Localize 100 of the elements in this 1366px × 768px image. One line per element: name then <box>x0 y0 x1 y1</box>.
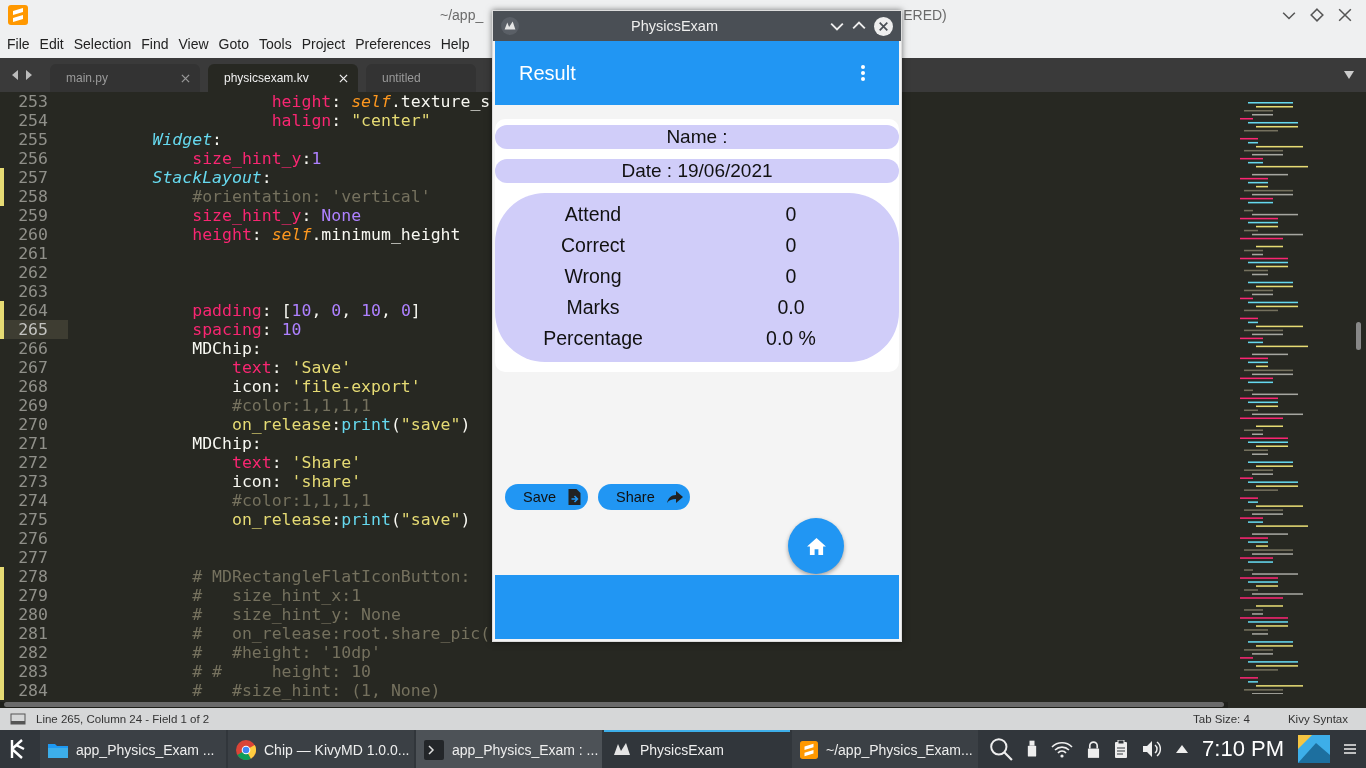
code-line: # on_release:root.share_pic( <box>191 624 491 643</box>
menu-item[interactable]: Project <box>296 36 351 52</box>
code-line: # MDRectangleFlatIconButton: <box>191 567 471 586</box>
folder-icon <box>48 742 68 758</box>
line-number: 283 <box>17 662 49 681</box>
stat-value: 0.0 % <box>765 327 817 350</box>
tab-size[interactable]: Tab Size: 4 <box>1193 713 1250 725</box>
menu-item[interactable]: Find <box>136 36 174 52</box>
stat-value: 0 <box>784 203 798 226</box>
browser-icon <box>236 740 256 760</box>
menu-item[interactable]: File <box>2 36 35 52</box>
line-number: 256 <box>17 149 49 168</box>
line-number: 279 <box>17 586 49 605</box>
code-line: # #size_hint: (1, None) <box>191 681 441 700</box>
code-line: height: self.texture_s <box>270 92 491 111</box>
syntax-label[interactable]: Kivy Syntax <box>1287 713 1348 725</box>
taskbar-item[interactable]: app_Physics_Exam : ... <box>416 730 602 768</box>
line-number: 263 <box>17 282 49 301</box>
tab-arrows-icon[interactable] <box>10 70 34 80</box>
cursor-position: Line 265, Column 24 - Field 1 of 2 <box>36 713 210 725</box>
code-line: text: 'Share' <box>230 453 362 472</box>
clipboard-icon[interactable] <box>1114 740 1129 758</box>
expand-tray-icon[interactable] <box>1176 745 1189 753</box>
line-number: 260 <box>17 225 49 244</box>
code-line: #orientation: 'vertical' <box>191 187 431 206</box>
line-number: 254 <box>17 111 49 130</box>
line-number: 264 <box>17 301 49 320</box>
editor-tab[interactable]: main.py <box>50 64 200 92</box>
line-number: 280 <box>17 605 49 624</box>
scrollbar-thumb[interactable] <box>4 702 1224 707</box>
menu-item[interactable]: Help <box>435 36 475 52</box>
menu-item[interactable]: Selection <box>68 36 137 52</box>
wifi-icon[interactable] <box>1051 740 1074 758</box>
line-number: 270 <box>17 415 49 434</box>
search-icon[interactable] <box>989 737 1014 761</box>
close-icon[interactable] <box>1338 8 1352 22</box>
code-line: StackLayout: <box>151 168 272 187</box>
line-number: 265 <box>4 320 68 339</box>
line-number: 262 <box>17 263 49 282</box>
code-line: # # height: 10 <box>191 662 371 681</box>
line-number: 266 <box>17 339 49 358</box>
more-icon[interactable] <box>861 65 865 81</box>
maximize-icon[interactable] <box>1310 8 1324 22</box>
close-icon[interactable] <box>874 16 893 36</box>
chip[interactable]: Save <box>505 484 589 510</box>
line-number: 257 <box>17 168 49 187</box>
kivy-icon <box>501 17 519 35</box>
scrollbar-thumb[interactable] <box>1355 322 1361 350</box>
chip[interactable]: Share <box>598 484 690 510</box>
dropdown-icon[interactable] <box>1344 71 1354 79</box>
line-number: 274 <box>17 491 49 510</box>
menu-item[interactable]: View <box>173 36 214 52</box>
lock-icon[interactable] <box>1087 740 1101 758</box>
line-number: 259 <box>17 206 49 225</box>
speaker-icon[interactable] <box>1142 740 1163 758</box>
taskbar-item[interactable]: ~/app_Physics_Exam... <box>792 730 978 768</box>
line-number: 284 <box>17 681 49 700</box>
clock[interactable]: 7:10 PM <box>1202 736 1284 762</box>
stat-value: 0 <box>784 234 798 257</box>
menu-item[interactable]: Goto <box>213 36 254 52</box>
window-title: ERED) <box>903 7 947 23</box>
menu-item[interactable]: Tools <box>253 36 297 52</box>
code-line: size_hint_y: None <box>191 206 362 225</box>
usb-icon[interactable] <box>1027 740 1038 758</box>
share-icon <box>666 491 683 503</box>
menu-item[interactable]: Preferences <box>350 36 436 52</box>
desktop-thumbnail-icon[interactable] <box>1298 735 1330 763</box>
code-line: # size_hint_x:1 <box>191 586 362 605</box>
code-line: size_hint_y:1 <box>191 149 322 168</box>
line-number: 253 <box>17 92 49 111</box>
code-line: # #height: '10dp' <box>191 643 381 662</box>
sublime-icon <box>8 5 28 25</box>
stat-label: Wrong <box>563 265 623 288</box>
editor-tab[interactable]: untitled <box>366 64 476 92</box>
menu-icon[interactable] <box>1344 743 1356 755</box>
home-icon <box>806 537 826 555</box>
code-line: on_release:print("save") <box>230 510 471 529</box>
stat-label: Attend <box>563 203 623 226</box>
taskbar-item[interactable]: Chip — KivyMD 1.0.0... <box>228 730 414 768</box>
line-number: 268 <box>17 377 49 396</box>
line-number: 281 <box>17 624 49 643</box>
code-line: text: 'Save' <box>230 358 352 377</box>
date-label: Date : 19/06/2021 <box>495 159 899 183</box>
line-number: 271 <box>17 434 49 453</box>
line-number: 269 <box>17 396 49 415</box>
editor-tab[interactable]: physicsexam.kv <box>208 64 358 92</box>
menu-item[interactable]: Edit <box>34 36 69 52</box>
panel-icon[interactable] <box>10 713 26 725</box>
line-number: 282 <box>17 643 49 662</box>
home-button[interactable] <box>788 518 844 574</box>
terminal-icon <box>424 740 444 760</box>
file-export-icon <box>568 489 582 505</box>
code-line: MDChip: <box>191 434 262 453</box>
stat-label: Percentage <box>542 327 644 350</box>
stat-value: 0 <box>784 265 798 288</box>
stat-label: Marks <box>565 296 621 319</box>
taskbar-item[interactable]: app_Physics_Exam ... <box>40 730 226 768</box>
line-number: 275 <box>17 510 49 529</box>
stat-value: 0.0 <box>776 296 806 319</box>
code-line: icon: 'file-export' <box>230 377 421 396</box>
